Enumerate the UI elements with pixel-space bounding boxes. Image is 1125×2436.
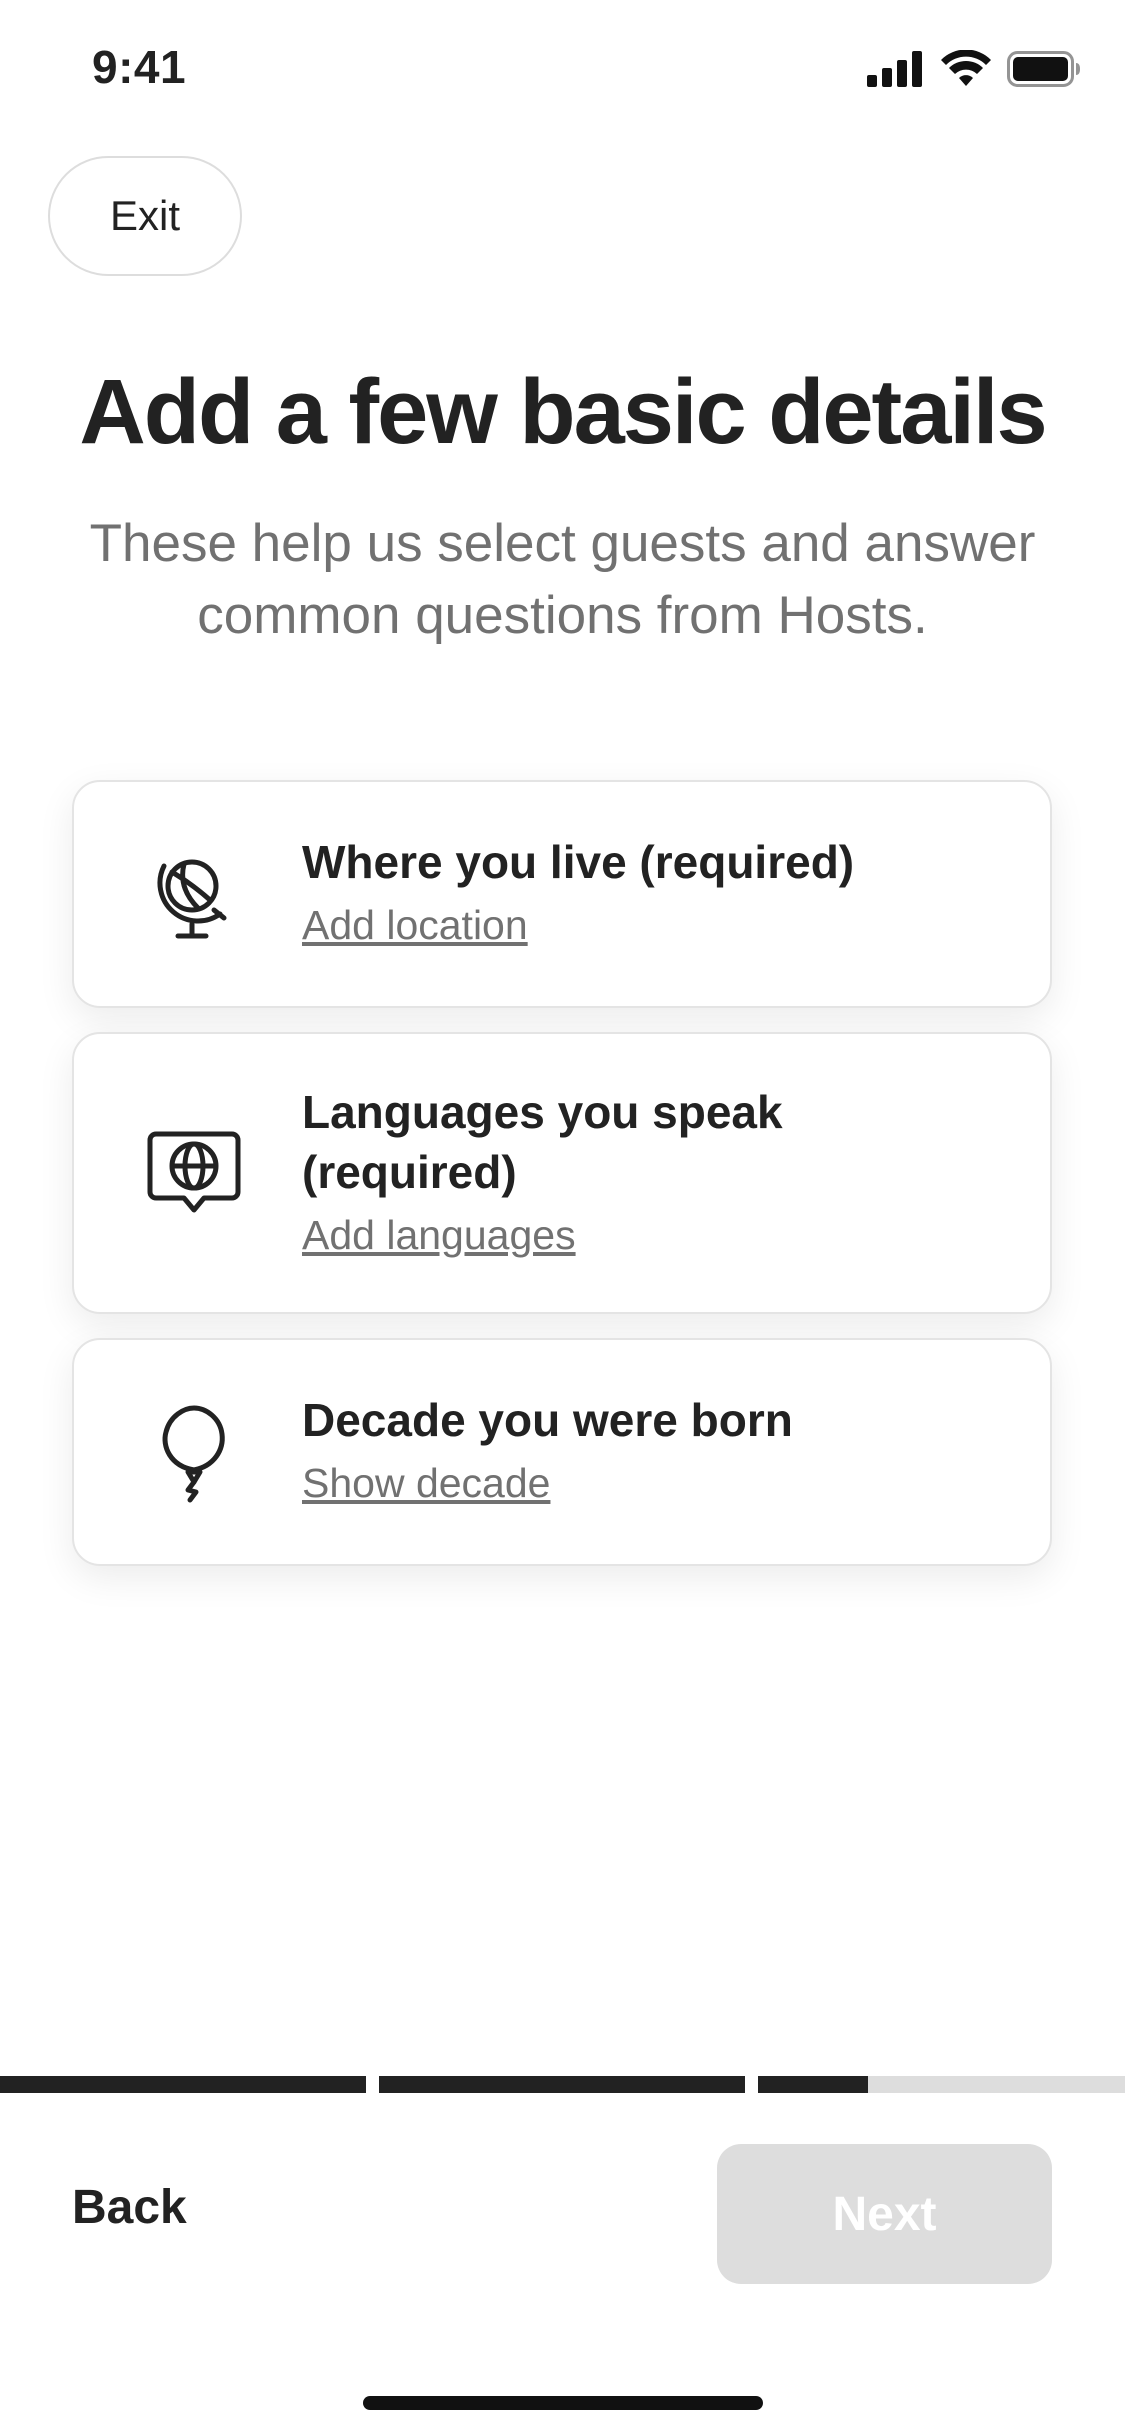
card-title: Where you live (required)	[302, 836, 855, 888]
progress-step-3-fill	[758, 2076, 869, 2093]
show-decade-link[interactable]: Show decade	[302, 1460, 550, 1507]
progress-step-2	[379, 2076, 745, 2093]
progress-step-1	[0, 2076, 366, 2093]
progress-step-3	[758, 2076, 1125, 2093]
next-button[interactable]: Next	[717, 2144, 1052, 2284]
card-decade-born[interactable]: Decade you were born Show decade	[72, 1338, 1052, 1566]
add-languages-link[interactable]: Add languages	[302, 1212, 576, 1259]
balloon-icon	[162, 1405, 225, 1503]
card-title: Languages you speak (required)	[302, 1086, 783, 1198]
page-subtitle: These help us select guests and answer c…	[89, 514, 1036, 645]
page-title: Add a few basic details	[79, 361, 1047, 463]
progress-step-1-fill	[0, 2076, 366, 2093]
status-time: 9:41	[92, 41, 187, 93]
globe-icon	[157, 859, 227, 939]
battery-icon	[1007, 51, 1080, 87]
card-languages[interactable]: Languages you speak (required) Add langu…	[72, 1032, 1052, 1314]
language-bubble-icon	[147, 1131, 241, 1213]
card-title: Decade you were born	[302, 1394, 793, 1446]
status-icons	[867, 50, 1081, 88]
add-location-link[interactable]: Add location	[302, 902, 528, 949]
status-bar: 9:41	[0, 0, 1125, 132]
home-indicator	[363, 2396, 763, 2410]
cellular-signal-icon	[867, 51, 922, 87]
wifi-icon	[941, 50, 991, 86]
card-where-you-live[interactable]: Where you live (required) Add location	[72, 780, 1052, 1008]
progress-step-2-fill	[379, 2076, 745, 2093]
exit-button[interactable]: Exit	[48, 156, 242, 276]
back-button[interactable]: Back	[72, 2180, 187, 2235]
